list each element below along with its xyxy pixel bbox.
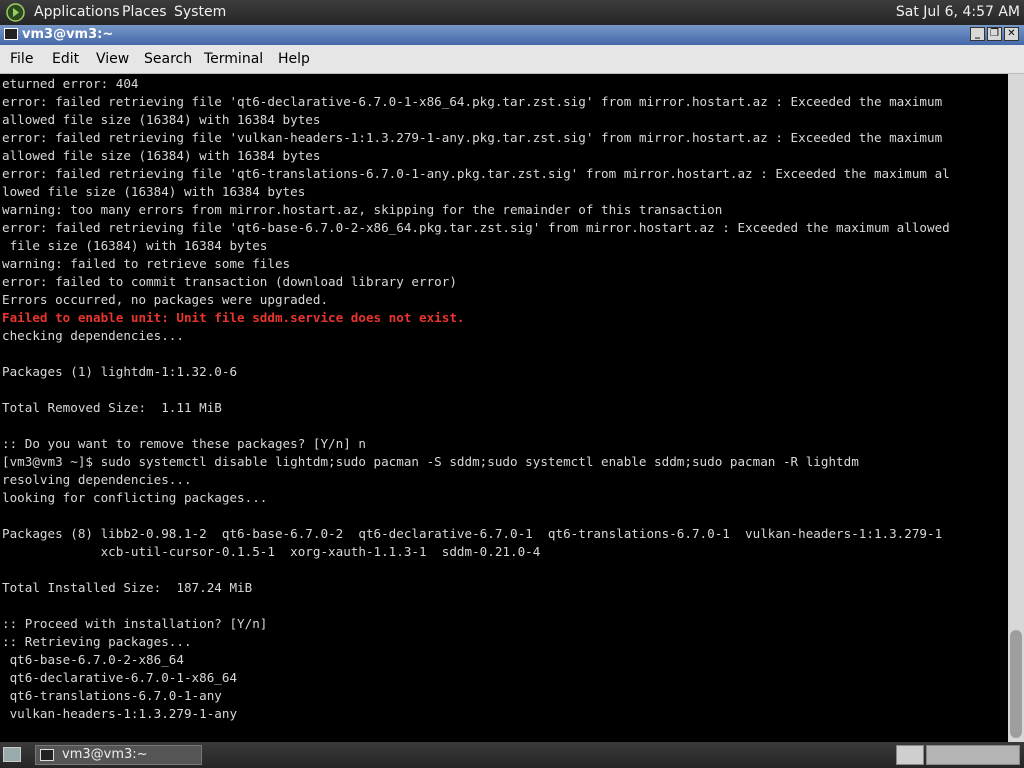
terminal-line: :: Do you want to remove these packages?… <box>2 436 366 451</box>
terminal-line: looking for conflicting packages... <box>2 490 268 505</box>
terminal-line: [vm3@vm3 ~]$ sudo systemctl disable ligh… <box>2 454 859 469</box>
menu-view[interactable]: View <box>96 51 129 67</box>
terminal-line: qt6-translations-6.7.0-1-any <box>2 688 222 703</box>
terminal-icon <box>40 749 54 761</box>
window-title: vm3@vm3:~ <box>22 27 114 42</box>
terminal-line: warning: too many errors from mirror.hos… <box>2 202 723 217</box>
terminal-line: xcb-util-cursor-0.1.5-1 xorg-xauth-1.1.3… <box>2 544 541 559</box>
scrollbar-thumb[interactable] <box>1010 630 1022 738</box>
workspace-2[interactable] <box>926 745 1020 765</box>
terminal-menubar: File Edit View Search Terminal Help <box>0 45 1024 74</box>
terminal-line: error: failed to commit transaction (dow… <box>2 274 457 289</box>
terminal-line: Packages (8) libb2-0.98.1-2 qt6-base-6.7… <box>2 526 943 541</box>
vertical-scrollbar[interactable] <box>1008 74 1024 742</box>
workspace-1[interactable] <box>896 745 924 765</box>
bottom-panel: vm3@vm3:~ <box>0 742 1024 768</box>
terminal-line: lowed file size (16384) with 16384 bytes <box>2 184 306 199</box>
gnome-foot-icon[interactable] <box>6 3 25 22</box>
terminal-line: Total Removed Size: 1.11 MiB <box>2 400 222 415</box>
menu-system[interactable]: System <box>174 4 226 20</box>
terminal-line: error: failed retrieving file 'vulkan-he… <box>2 130 943 145</box>
terminal-line: resolving dependencies... <box>2 472 192 487</box>
maximize-button[interactable]: ❐ <box>987 27 1002 41</box>
terminal-line: Total Installed Size: 187.24 MiB <box>2 580 253 595</box>
terminal-icon[interactable] <box>4 28 18 40</box>
terminal-line: checking dependencies... <box>2 328 184 343</box>
terminal-line: Failed to enable unit: Unit file sddm.se… <box>2 310 465 325</box>
terminal-line: eturned error: 404 <box>2 76 139 91</box>
terminal-line: :: Proceed with installation? [Y/n] <box>2 616 268 631</box>
terminal-line: Packages (1) lightdm-1:1.32.0-6 <box>2 364 238 379</box>
terminal-line: error: failed retrieving file 'qt6-base-… <box>2 220 950 235</box>
menu-applications[interactable]: Applications <box>34 4 120 20</box>
close-button[interactable]: ✕ <box>1004 27 1019 41</box>
menu-terminal[interactable]: Terminal <box>204 51 263 67</box>
terminal-line: file size (16384) with 16384 bytes <box>2 238 268 253</box>
show-desktop-icon[interactable] <box>3 747 21 762</box>
top-panel: Applications Places System Sat Jul 6, 4:… <box>0 0 1024 25</box>
terminal-line: qt6-declarative-6.7.0-1-x86_64 <box>2 670 238 685</box>
menu-search[interactable]: Search <box>144 51 192 67</box>
taskbar-label: vm3@vm3:~ <box>62 747 148 762</box>
minimize-button[interactable]: _ <box>970 27 985 41</box>
terminal-line: allowed file size (16384) with 16384 byt… <box>2 112 321 127</box>
menu-places[interactable]: Places <box>122 4 167 20</box>
terminal-text: eturned error: 404 error: failed retrievi… <box>0 74 1008 723</box>
terminal-line: :: Retrieving packages... <box>2 634 192 649</box>
menu-help[interactable]: Help <box>278 51 310 67</box>
terminal-line: qt6-base-6.7.0-2-x86_64 <box>2 652 184 667</box>
menu-edit[interactable]: Edit <box>52 51 79 67</box>
menu-file[interactable]: File <box>10 51 33 67</box>
terminal-output[interactable]: eturned error: 404 error: failed retrievi… <box>0 74 1008 742</box>
terminal-line: allowed file size (16384) with 16384 byt… <box>2 148 321 163</box>
terminal-line: error: failed retrieving file 'qt6-decla… <box>2 94 943 109</box>
taskbar-button-terminal[interactable]: vm3@vm3:~ <box>35 745 202 765</box>
terminal-line: warning: failed to retrieve some files <box>2 256 291 271</box>
terminal-line: vulkan-headers-1:1.3.279-1-any <box>2 706 238 721</box>
terminal-line: error: failed retrieving file 'qt6-trans… <box>2 166 950 181</box>
window-titlebar[interactable]: vm3@vm3:~ _ ❐ ✕ <box>0 25 1024 45</box>
terminal-line: Errors occurred, no packages were upgrad… <box>2 292 329 307</box>
clock[interactable]: Sat Jul 6, 4:57 AM <box>896 4 1020 20</box>
